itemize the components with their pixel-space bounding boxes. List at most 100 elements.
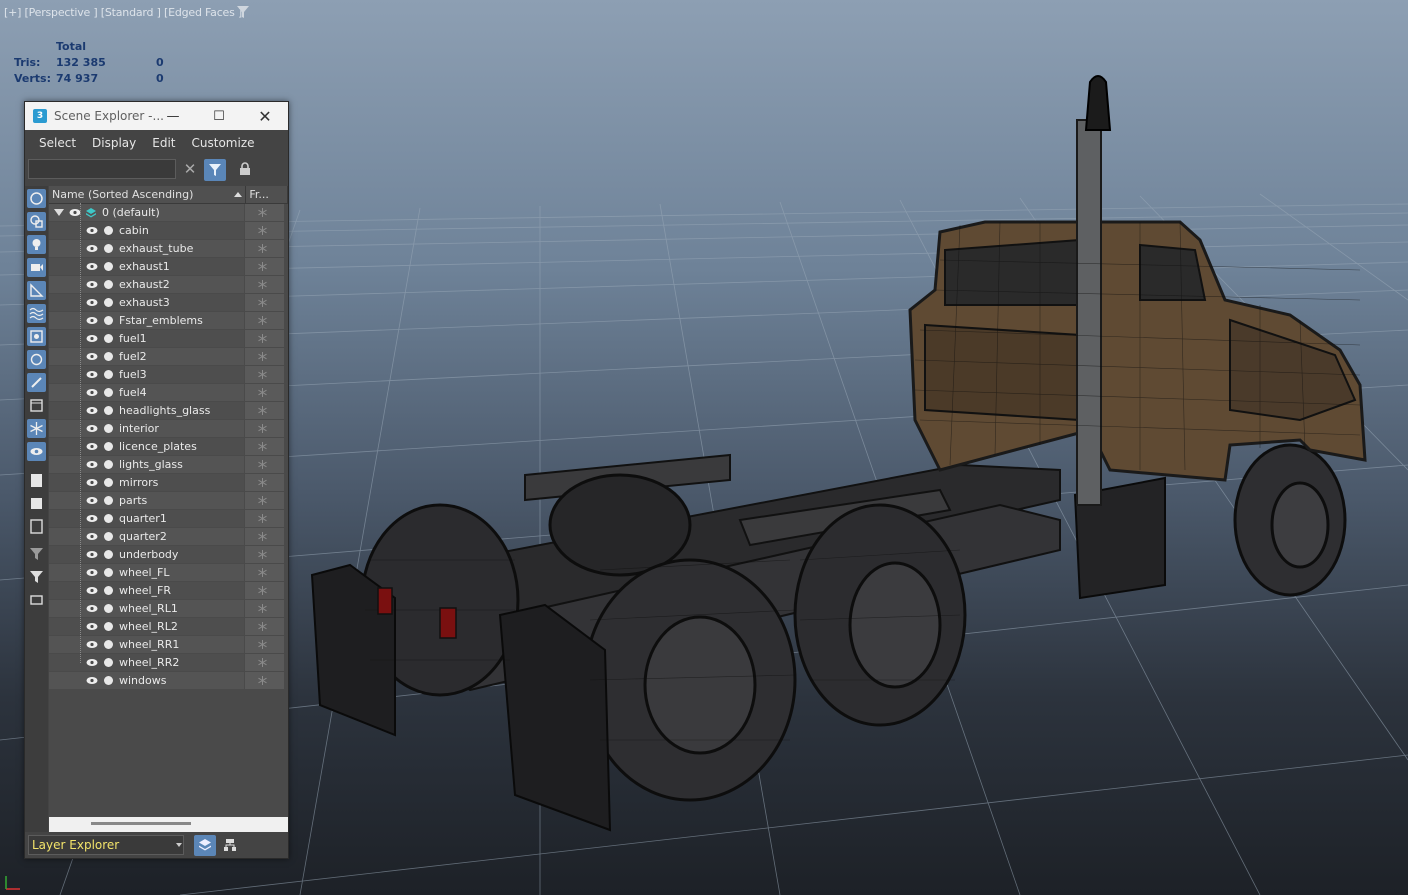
- expand-arrow-icon[interactable]: [54, 209, 64, 216]
- object-row[interactable]: fuel3: [49, 366, 288, 384]
- display-groups-button[interactable]: [27, 327, 46, 346]
- object-row[interactable]: cabin: [49, 222, 288, 240]
- scene-explorer-window[interactable]: 3 Scene Explorer -... — ☐ ✕ Select Displ…: [24, 101, 289, 859]
- render-toggle-icon[interactable]: [104, 280, 113, 289]
- chevron-down-icon[interactable]: [176, 843, 182, 847]
- snowflake-icon[interactable]: [257, 261, 268, 272]
- eye-icon[interactable]: [86, 226, 98, 235]
- object-row[interactable]: parts: [49, 492, 288, 510]
- eye-icon[interactable]: [86, 586, 98, 595]
- render-toggle-icon[interactable]: [104, 352, 113, 361]
- object-row[interactable]: quarter1: [49, 510, 288, 528]
- snowflake-icon[interactable]: [257, 567, 268, 578]
- object-row[interactable]: quarter2: [49, 528, 288, 546]
- render-toggle-icon[interactable]: [104, 478, 113, 487]
- snowflake-icon[interactable]: [257, 297, 268, 308]
- object-row[interactable]: underbody: [49, 546, 288, 564]
- snowflake-icon[interactable]: [257, 549, 268, 560]
- snowflake-icon[interactable]: [257, 513, 268, 524]
- object-row[interactable]: lights_glass: [49, 456, 288, 474]
- maximize-button[interactable]: ☐: [196, 102, 242, 130]
- snowflake-icon[interactable]: [257, 585, 268, 596]
- display-xrefs-button[interactable]: [27, 350, 46, 369]
- filter-toggle-button[interactable]: [27, 544, 46, 563]
- object-row[interactable]: wheel_FR: [49, 582, 288, 600]
- render-toggle-icon[interactable]: [104, 370, 113, 379]
- render-toggle-icon[interactable]: [104, 586, 113, 595]
- eye-icon[interactable]: [86, 334, 98, 343]
- render-toggle-icon[interactable]: [104, 460, 113, 469]
- snowflake-icon[interactable]: [257, 675, 268, 686]
- object-row[interactable]: fuel2: [49, 348, 288, 366]
- snowflake-icon[interactable]: [257, 639, 268, 650]
- snowflake-icon[interactable]: [257, 405, 268, 416]
- window-titlebar[interactable]: 3 Scene Explorer -... — ☐ ✕: [25, 102, 288, 130]
- object-row[interactable]: exhaust3: [49, 294, 288, 312]
- display-frozen-button[interactable]: [27, 419, 46, 438]
- display-geometry-button[interactable]: [27, 189, 46, 208]
- scrollbar-thumb[interactable]: [91, 822, 191, 825]
- eye-icon[interactable]: [86, 604, 98, 613]
- eye-icon[interactable]: [86, 622, 98, 631]
- object-row[interactable]: headlights_glass: [49, 402, 288, 420]
- eye-icon[interactable]: [86, 316, 98, 325]
- snowflake-icon[interactable]: [257, 207, 268, 218]
- explorer-mode-dropdown[interactable]: Layer Explorer: [28, 835, 184, 855]
- object-row[interactable]: wheel_RR1: [49, 636, 288, 654]
- menu-select[interactable]: Select: [31, 136, 84, 150]
- minimize-button[interactable]: —: [150, 102, 196, 130]
- snowflake-icon[interactable]: [257, 369, 268, 380]
- object-row[interactable]: fuel4: [49, 384, 288, 402]
- snowflake-icon[interactable]: [257, 279, 268, 290]
- render-toggle-icon[interactable]: [104, 244, 113, 253]
- render-toggle-icon[interactable]: [104, 316, 113, 325]
- display-all-button[interactable]: [27, 471, 46, 490]
- snowflake-icon[interactable]: [257, 243, 268, 254]
- snowflake-icon[interactable]: [257, 441, 268, 452]
- column-header-frozen[interactable]: Fr...: [246, 186, 288, 203]
- object-row[interactable]: wheel_FL: [49, 564, 288, 582]
- eye-icon[interactable]: [86, 262, 98, 271]
- object-row[interactable]: wheel_RR2: [49, 654, 288, 672]
- object-row[interactable]: wheel_RL1: [49, 600, 288, 618]
- object-row[interactable]: wheel_RL2: [49, 618, 288, 636]
- bone-filter-button[interactable]: [27, 590, 46, 609]
- sort-by-layer-button[interactable]: [194, 835, 216, 856]
- eye-icon[interactable]: [86, 496, 98, 505]
- layer-row-default[interactable]: 0 (default): [49, 204, 288, 222]
- display-bones-button[interactable]: [27, 373, 46, 392]
- snowflake-icon[interactable]: [257, 225, 268, 236]
- snowflake-icon[interactable]: [257, 531, 268, 542]
- snowflake-icon[interactable]: [257, 495, 268, 506]
- display-shapes-button[interactable]: [27, 212, 46, 231]
- eye-icon[interactable]: [86, 442, 98, 451]
- eye-icon[interactable]: [86, 550, 98, 559]
- clear-search-icon[interactable]: ✕: [182, 161, 198, 177]
- close-button[interactable]: ✕: [242, 102, 288, 130]
- eye-icon[interactable]: [86, 568, 98, 577]
- eye-icon[interactable]: [86, 298, 98, 307]
- display-cameras-button[interactable]: [27, 258, 46, 277]
- eye-icon[interactable]: [86, 406, 98, 415]
- horizontal-scrollbar[interactable]: [49, 817, 288, 832]
- object-row[interactable]: windows: [49, 672, 288, 690]
- render-toggle-icon[interactable]: [104, 604, 113, 613]
- column-header-name[interactable]: Name (Sorted Ascending): [49, 186, 247, 203]
- display-helpers-button[interactable]: [27, 281, 46, 300]
- snowflake-icon[interactable]: [257, 387, 268, 398]
- display-none-button[interactable]: [27, 494, 46, 513]
- object-row[interactable]: mirrors: [49, 474, 288, 492]
- snowflake-icon[interactable]: [257, 315, 268, 326]
- object-row[interactable]: fuel1: [49, 330, 288, 348]
- snowflake-icon[interactable]: [257, 477, 268, 488]
- eye-icon[interactable]: [86, 352, 98, 361]
- eye-icon[interactable]: [86, 478, 98, 487]
- render-toggle-icon[interactable]: [104, 442, 113, 451]
- render-toggle-icon[interactable]: [104, 658, 113, 667]
- eye-icon[interactable]: [86, 532, 98, 541]
- eye-icon[interactable]: [86, 244, 98, 253]
- menu-customize[interactable]: Customize: [184, 136, 263, 150]
- render-toggle-icon[interactable]: [104, 406, 113, 415]
- render-toggle-icon[interactable]: [104, 568, 113, 577]
- eye-icon[interactable]: [86, 658, 98, 667]
